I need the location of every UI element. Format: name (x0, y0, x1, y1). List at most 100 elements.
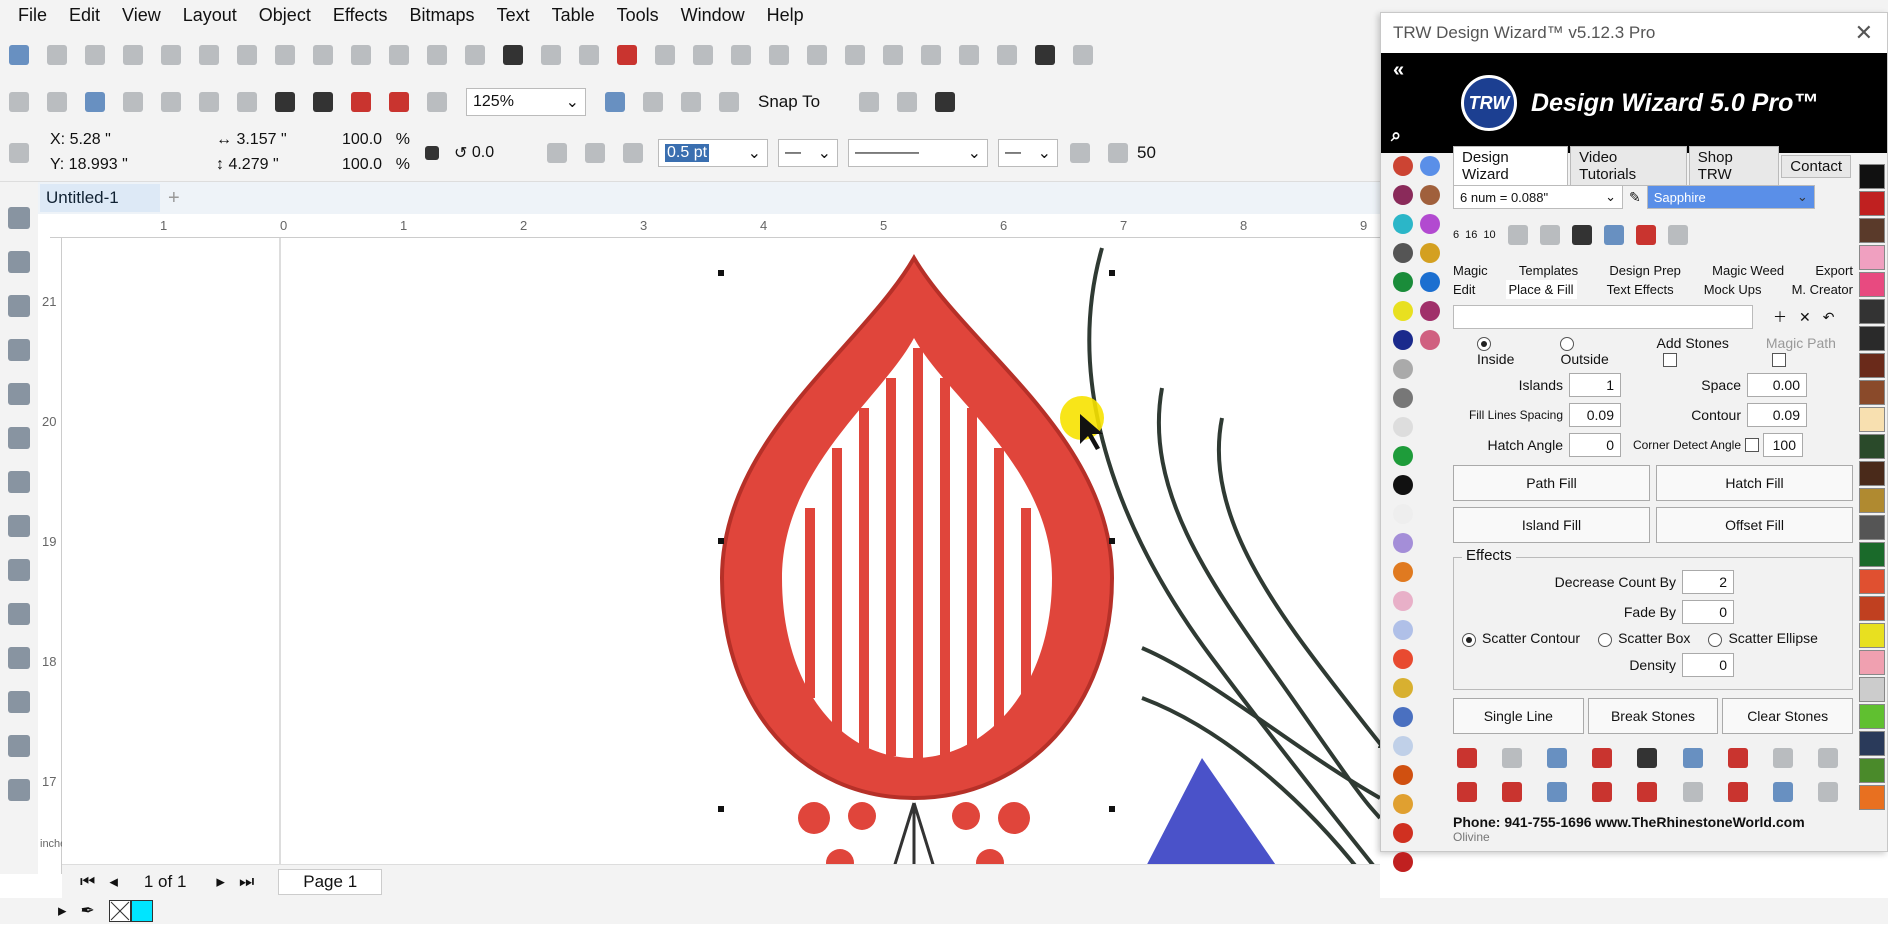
outside-option[interactable]: Outside (1560, 335, 1626, 367)
stone-color-select[interactable]: Sapphire ⌄ (1646, 185, 1815, 209)
corner-detect-input[interactable]: 100 (1763, 433, 1803, 458)
color-swatch[interactable] (1859, 515, 1885, 540)
nav-text-effects[interactable]: Text Effects (1607, 280, 1674, 299)
stone-swatch[interactable] (1393, 243, 1413, 263)
hatch-fill-button[interactable]: Hatch Fill (1656, 465, 1853, 502)
copy-doc-icon[interactable] (199, 92, 219, 112)
pencil-icon[interactable]: ✎ (1629, 189, 1641, 206)
launch-icon[interactable] (935, 92, 956, 112)
arrange-icon[interactable] (1108, 142, 1128, 163)
stone-swatch[interactable] (1393, 359, 1413, 379)
menu-window[interactable]: Window (681, 5, 745, 26)
add-icon[interactable]: ＋ (1773, 307, 1787, 327)
publish-icon[interactable] (427, 92, 447, 112)
color-swatch[interactable] (1859, 191, 1885, 216)
scale-height-field[interactable]: 100.0% (336, 153, 416, 178)
full-screen-icon[interactable] (605, 92, 625, 112)
clear-stones-button[interactable]: Clear Stones (1722, 697, 1853, 734)
scale-width-field[interactable]: 100.0% (336, 128, 416, 153)
color-swatch[interactable] (1859, 407, 1885, 432)
menu-view[interactable]: View (122, 5, 161, 26)
expand-icon[interactable]: ▸ (58, 901, 67, 921)
view-icon[interactable] (681, 92, 701, 112)
width-field[interactable]: ↔ 3.157 " (210, 128, 330, 153)
space-input[interactable]: 0.00 (1747, 373, 1807, 398)
stone-swatch[interactable] (1393, 765, 1413, 785)
unlock-icon[interactable] (1073, 45, 1093, 65)
cut-stone-icon[interactable] (1817, 781, 1838, 802)
stone-swatch[interactable] (1420, 243, 1440, 263)
freehand-pick-icon[interactable] (85, 45, 105, 65)
bezier-icon[interactable] (693, 45, 713, 65)
interactive-fill-icon[interactable] (8, 691, 30, 713)
color-swatch[interactable] (1859, 758, 1885, 783)
open-folder-icon[interactable] (47, 92, 67, 112)
options-icon[interactable] (859, 92, 880, 112)
stone-swatch[interactable] (1393, 823, 1413, 843)
stone-swatch[interactable] (1393, 504, 1413, 524)
nav-magic[interactable]: Magic (1453, 261, 1488, 280)
stone-swatch[interactable] (1393, 620, 1413, 640)
color-fill-icon[interactable] (1592, 747, 1613, 768)
document-tab[interactable]: Untitled-1 (40, 184, 160, 212)
align-icon[interactable] (769, 45, 789, 65)
height-field[interactable]: ↕ 4.279 " (210, 153, 330, 178)
add-stones-option[interactable]: Add Stones (1657, 335, 1746, 368)
lock-ratio-icon[interactable] (425, 145, 439, 160)
stone-swatch[interactable] (1393, 417, 1413, 437)
paste-icon[interactable] (161, 45, 181, 65)
menu-bitmaps[interactable]: Bitmaps (410, 5, 475, 26)
line-icon[interactable] (237, 45, 257, 65)
end-arrow-select[interactable]: — ⌄ (998, 138, 1058, 167)
hatch-angle-input[interactable]: 0 (1569, 433, 1621, 458)
undo-icon[interactable] (275, 92, 295, 112)
mirror-h-icon[interactable] (547, 142, 567, 163)
stone-swatch[interactable] (1393, 852, 1413, 872)
color-swatch[interactable] (1859, 596, 1885, 621)
cut-icon[interactable] (161, 92, 181, 112)
add-stone-icon[interactable] (1727, 781, 1748, 802)
rotate-icon[interactable] (807, 45, 827, 65)
nav-templates[interactable]: Templates (1519, 261, 1578, 280)
back-minus-front-icon[interactable] (503, 45, 523, 65)
copy-tool-icon[interactable] (1637, 747, 1658, 768)
dots-icon[interactable] (1539, 225, 1560, 245)
crop-icon[interactable] (617, 45, 637, 65)
menu-layout[interactable]: Layout (183, 5, 237, 26)
stone-swatch[interactable] (1393, 156, 1413, 176)
menu-text[interactable]: Text (497, 5, 530, 26)
color-swatch[interactable] (1859, 461, 1885, 486)
front-minus-back-icon[interactable] (465, 45, 485, 65)
f-stone-icon[interactable] (1592, 781, 1613, 802)
pattern-icon[interactable] (1507, 225, 1528, 245)
stone-swatch[interactable] (1393, 475, 1413, 495)
color-swatch[interactable] (1859, 272, 1885, 297)
save-icon[interactable] (85, 92, 105, 112)
stone-swatch[interactable] (1393, 388, 1413, 408)
menu-table[interactable]: Table (552, 5, 595, 26)
rectangle-tool-icon[interactable] (8, 471, 30, 493)
red-stone-2-icon[interactable] (1502, 781, 1523, 802)
red-stone-icon[interactable] (1457, 781, 1477, 802)
curve-tool-icon[interactable] (1457, 747, 1477, 768)
menu-object[interactable]: Object (259, 5, 311, 26)
group-icon[interactable] (921, 45, 941, 65)
stone-swatch[interactable] (1393, 446, 1413, 466)
color-swatch[interactable] (1859, 488, 1885, 513)
nav-mock-ups[interactable]: Mock Ups (1704, 280, 1762, 299)
stone-swatch[interactable] (1393, 707, 1413, 727)
export-icon[interactable] (389, 92, 409, 112)
snap-to-dropdown[interactable]: Snap To (758, 92, 820, 112)
stone-swatch[interactable] (1420, 185, 1440, 205)
stone-swatch[interactable] (1420, 272, 1440, 292)
blue-stone-icon[interactable] (1547, 781, 1568, 802)
offset-fill-button[interactable]: Offset Fill (1656, 507, 1853, 544)
close-icon[interactable]: ✕ (1855, 20, 1873, 46)
copy-icon[interactable] (123, 45, 143, 65)
stone-size-select[interactable]: 6 num = 0.088" ⌄ (1453, 185, 1623, 209)
color-swatch[interactable] (1859, 731, 1885, 756)
stone-swatch[interactable] (1393, 214, 1413, 234)
color-swatch[interactable] (1859, 434, 1885, 459)
scatter-box-option[interactable]: Scatter Box (1598, 630, 1690, 647)
nav-place-fill[interactable]: Place & Fill (1505, 280, 1577, 299)
